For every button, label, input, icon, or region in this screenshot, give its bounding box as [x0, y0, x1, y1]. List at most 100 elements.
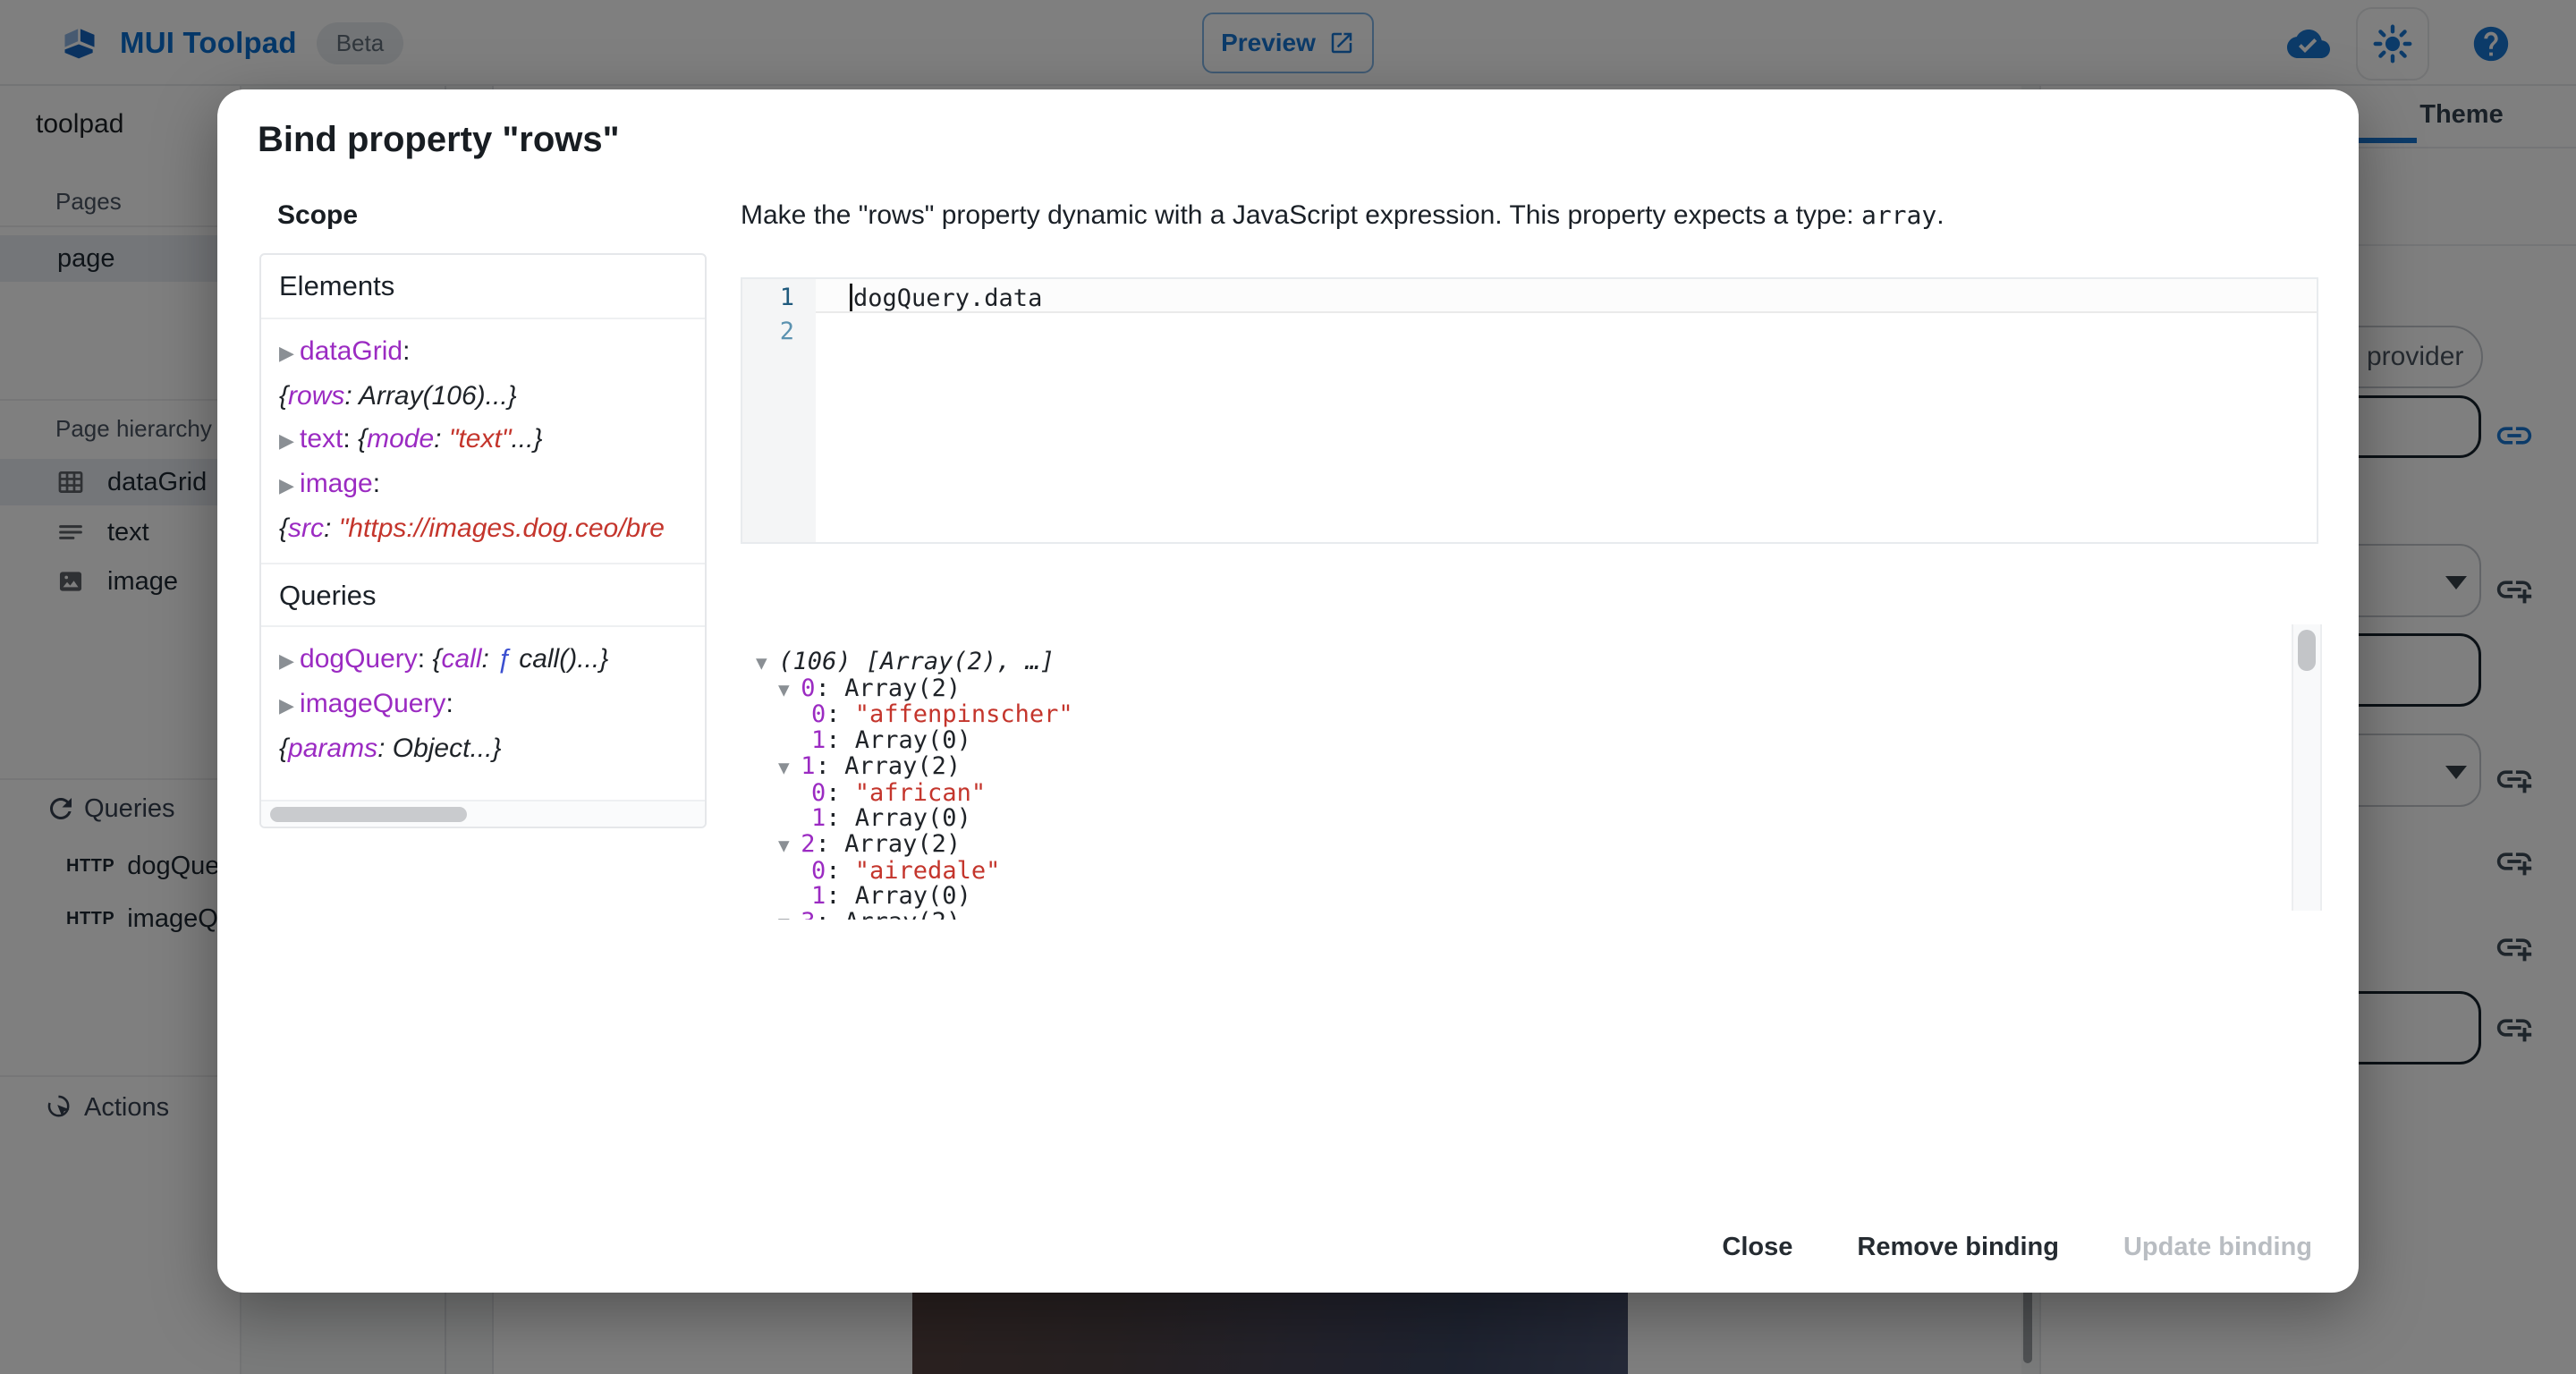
text-cursor: [850, 284, 852, 311]
token: : Array(0): [826, 804, 971, 832]
tree-line: ▼ 3: Array(2): [756, 910, 2276, 920]
token: ▶: [279, 474, 300, 496]
scrollbar-thumb[interactable]: [2298, 630, 2316, 671]
token: rows: [288, 381, 344, 411]
token: : Array(0): [826, 726, 971, 754]
horizontal-scrollbar[interactable]: [261, 800, 705, 827]
scope-explorer: Elements ▶ dataGrid:{rows: Array(106)...…: [259, 253, 707, 828]
token: call()...}: [519, 644, 608, 674]
token: {: [279, 513, 288, 543]
token: ▼: [778, 757, 801, 778]
token: :: [343, 424, 358, 454]
token: {: [279, 734, 288, 763]
token: ▶: [279, 429, 300, 452]
token: :: [826, 779, 855, 807]
token: dogQuery: [300, 644, 418, 674]
tree-line: {params: Object...}: [279, 727, 705, 770]
scrollbar-thumb[interactable]: [270, 807, 467, 822]
token: 1: [801, 752, 815, 780]
token: "text": [449, 424, 512, 454]
token: 2: [801, 830, 815, 858]
token: text: [300, 424, 343, 454]
token: "african": [855, 779, 986, 807]
dialog-actions: Close Remove binding Update binding: [1716, 1226, 2318, 1269]
token: : Array(2): [816, 830, 962, 858]
token: 0: [801, 674, 815, 702]
dialog-title: Bind property "rows": [258, 120, 620, 160]
elements-header: Elements: [261, 255, 705, 319]
token: (106) [Array(2), …]: [778, 649, 1055, 675]
token: {: [358, 424, 367, 454]
tree-line: 0: "african": [756, 781, 2276, 807]
tree-line: ▼ 0: Array(2): [756, 676, 2276, 703]
elements-tree[interactable]: ▶ dataGrid:{rows: Array(106)...}▶ text: …: [261, 319, 705, 563]
js-expression-editor[interactable]: 1 2 dogQuery.data: [741, 277, 2318, 544]
expression-result-tree[interactable]: ▼ (106) [Array(2), …]▼ 0: Array(2)0: "af…: [756, 649, 2276, 920]
token: : Array(2): [816, 752, 962, 780]
token: ▼: [778, 912, 801, 920]
tree-line: 0: "affenpinscher": [756, 702, 2276, 728]
token: 3: [801, 908, 815, 920]
token: Object...}: [393, 734, 502, 763]
tree-line: {rows: Array(106)...}: [279, 375, 705, 418]
token: "https://images.dog.ceo/bre: [339, 513, 665, 543]
token: 1: [811, 726, 826, 754]
token: mode: [367, 424, 434, 454]
tree-line: ▼ (106) [Array(2), …]: [756, 649, 2276, 676]
token: :: [445, 689, 453, 718]
token: ▼: [756, 652, 778, 674]
token: ▶: [279, 342, 300, 364]
token: src: [288, 513, 324, 543]
token: :: [344, 381, 359, 411]
token: :: [402, 336, 410, 366]
queries-tree[interactable]: ▶ dogQuery: {call: ƒ call()...}▶ imageQu…: [261, 627, 705, 783]
token: 0: [811, 857, 826, 885]
result-scrollbar[interactable]: [2292, 624, 2322, 911]
token: ▶: [279, 649, 300, 672]
token: 1: [811, 804, 826, 832]
token: "airedale": [855, 857, 1001, 885]
token: dataGrid: [300, 336, 402, 366]
update-binding-button[interactable]: Update binding: [2118, 1226, 2318, 1269]
token: "affenpinscher": [855, 700, 1073, 728]
close-button[interactable]: Close: [1716, 1226, 1798, 1269]
tree-line: 1: Array(0): [756, 728, 2276, 754]
token: :: [482, 644, 497, 674]
token: image: [300, 469, 373, 498]
token: 0: [811, 700, 826, 728]
token: ▶: [279, 694, 300, 717]
token: :: [434, 424, 449, 454]
expected-type: array: [1861, 200, 1936, 230]
tree-line: 0: "airedale": [756, 859, 2276, 885]
token: : Array(2): [816, 674, 962, 702]
description-period: .: [1936, 200, 1944, 230]
tree-line: ▶ text: {mode: "text"...}: [279, 418, 705, 462]
tree-line: ▼ 1: Array(2): [756, 754, 2276, 781]
token: 1: [811, 882, 826, 910]
token: ƒ: [496, 644, 519, 674]
token: imageQuery: [300, 689, 445, 718]
token: call: [441, 644, 481, 674]
token: :: [324, 513, 339, 543]
line-number: 1: [742, 284, 794, 311]
tree-line: ▶ dataGrid:: [279, 330, 705, 375]
token: : Array(0): [826, 882, 971, 910]
tree-line: ▼ 2: Array(2): [756, 832, 2276, 859]
token: params: [288, 734, 377, 763]
editor-code[interactable]: dogQuery.data: [853, 284, 1042, 312]
token: {: [279, 381, 288, 411]
token: ▼: [778, 679, 801, 700]
scope-label: Scope: [277, 200, 358, 231]
token: ...}: [511, 424, 542, 454]
dialog-description: Make the "rows" property dynamic with a …: [741, 200, 1945, 231]
remove-binding-button[interactable]: Remove binding: [1852, 1226, 2064, 1269]
token: :: [373, 469, 380, 498]
token: {: [432, 644, 441, 674]
token: :: [418, 644, 433, 674]
tree-line: ▶ image:: [279, 462, 705, 507]
token: :: [826, 700, 855, 728]
line-number: 2: [742, 318, 794, 345]
queries-header: Queries: [261, 563, 705, 627]
tree-line: 1: Array(0): [756, 806, 2276, 832]
token: Array(106)...}: [359, 381, 517, 411]
